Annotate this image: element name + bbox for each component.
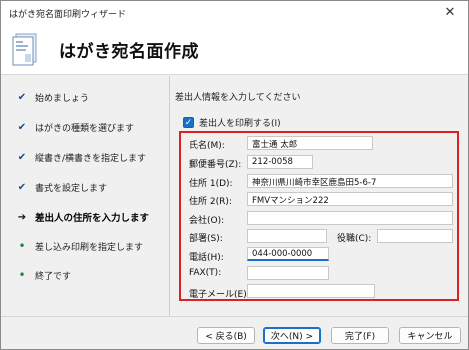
next-button[interactable]: 次へ(N) > — [263, 327, 321, 344]
check-icon: ✔ — [17, 181, 27, 193]
check-icon: ✔ — [17, 151, 27, 163]
wizard-window: はがき宛名面印刷ウィザード ✕ はがき宛名面作成 ✔ 始めましょう ✔ はがきの… — [0, 0, 469, 350]
sender-info-panel: 差出人情報を入力してください ✓ 差出人を印刷する(I) 氏名(M): 富士通 … — [171, 76, 468, 316]
close-icon[interactable]: ✕ — [432, 1, 468, 23]
print-sender-checkbox[interactable]: ✓ — [183, 117, 194, 128]
step-item: • 差し込み印刷を指定します — [1, 237, 169, 255]
step-label: 終了です — [35, 271, 72, 282]
address1-field[interactable]: 神奈川県川崎市幸区鹿島田5-6-7 — [247, 174, 453, 188]
check-icon: ✔ — [17, 121, 27, 133]
bullet-icon: • — [18, 268, 26, 282]
fax-field[interactable] — [247, 266, 329, 280]
title-bar: はがき宛名面印刷ウィザード ✕ — [1, 1, 468, 23]
postal-code-field[interactable]: 212-0058 — [247, 155, 313, 169]
department-label: 部署(S): — [189, 234, 223, 244]
instruction-text: 差出人情報を入力してください — [175, 93, 301, 103]
check-icon: ✔ — [17, 91, 27, 103]
cancel-button[interactable]: キャンセル — [399, 327, 461, 344]
print-sender-label[interactable]: 差出人を印刷する(I) — [199, 116, 281, 129]
job-title-label: 役職(C): — [337, 234, 372, 244]
step-item: ✔ はがきの種類を選びます — [1, 118, 169, 136]
step-item: • 終了です — [1, 266, 169, 284]
job-title-field[interactable] — [377, 229, 453, 243]
address1-label: 住所 1(D): — [189, 179, 233, 189]
step-label: 差出人の住所を入力します — [35, 213, 150, 224]
footer-divider — [1, 316, 468, 317]
email-field[interactable] — [247, 284, 375, 298]
address2-label: 住所 2(R): — [189, 197, 232, 207]
wizard-steps: ✔ 始めましょう ✔ はがきの種類を選びます ✔ 縦書き/横書きを指定します ✔… — [1, 76, 169, 316]
finish-button[interactable]: 完了(F) — [331, 327, 389, 344]
company-field[interactable] — [247, 211, 453, 225]
step-item: ✔ 書式を設定します — [1, 178, 169, 196]
back-button[interactable]: < 戻る(B) — [197, 327, 255, 344]
window-title: はがき宛名面印刷ウィザード — [9, 10, 127, 20]
name-label: 氏名(M): — [189, 141, 225, 151]
step-label: 始めましょう — [35, 93, 90, 104]
step-item: ✔ 縦書き/横書きを指定します — [1, 148, 169, 166]
print-sender-checkbox-row[interactable]: ✓ 差出人を印刷する(I) — [183, 116, 281, 129]
step-item: ✔ 始めましょう — [1, 88, 169, 106]
email-label: 電子メール(E): — [189, 290, 250, 300]
step-item-current: ➔ 差出人の住所を入力します — [1, 208, 169, 226]
wizard-header: はがき宛名面作成 — [1, 23, 468, 75]
name-field[interactable]: 富士通 太郎 — [247, 136, 373, 150]
address2-field[interactable]: FMVマンション222 — [247, 192, 453, 206]
step-label: 差し込み印刷を指定します — [35, 242, 144, 253]
step-label: 縦書き/横書きを指定します — [35, 153, 147, 164]
postcard-wizard-icon — [12, 33, 37, 66]
step-label: はがきの種類を選びます — [35, 123, 135, 134]
arrow-right-icon: ➔ — [17, 211, 27, 223]
page-heading: はがき宛名面作成 — [59, 42, 199, 62]
bullet-icon: • — [18, 239, 26, 253]
department-field[interactable] — [247, 229, 327, 243]
divider — [169, 76, 170, 316]
phone-field[interactable]: 044-000-0000 — [247, 247, 329, 261]
phone-label: 電話(H): — [189, 253, 224, 263]
fax-label: FAX(T): — [189, 268, 222, 278]
company-label: 会社(O): — [189, 216, 225, 226]
step-label: 書式を設定します — [35, 183, 108, 194]
postal-code-label: 郵便番号(Z): — [189, 160, 242, 170]
